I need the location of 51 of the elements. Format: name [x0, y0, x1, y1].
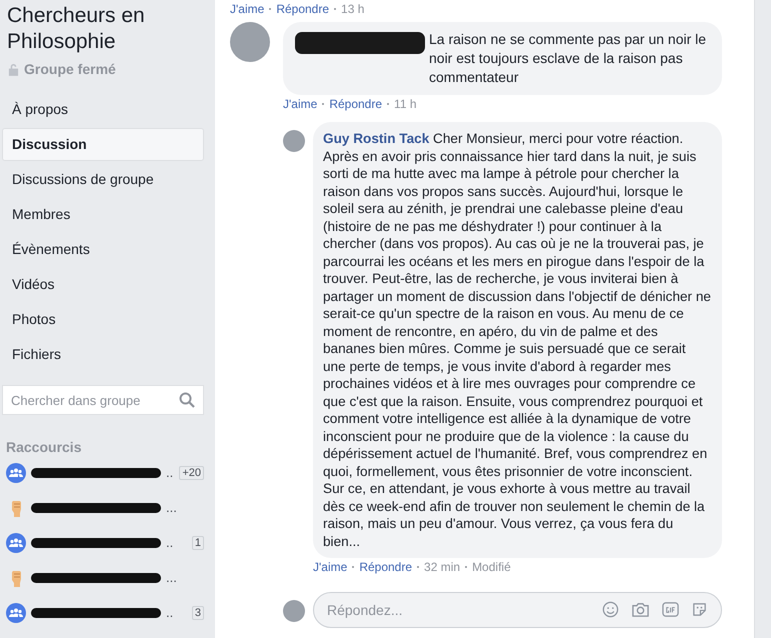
search-icon [179, 392, 195, 408]
shortcuts-heading: Raccourcis [6, 439, 82, 455]
camera-icon[interactable] [631, 601, 650, 618]
shortcut-item[interactable]: ... [2, 560, 204, 595]
count-badge: +20 [179, 466, 204, 480]
reply-link[interactable]: Répondre [359, 560, 412, 574]
nav-item[interactable]: Membres [2, 198, 204, 231]
count-badge: 1 [192, 536, 204, 550]
group-privacy: Groupe fermé [24, 61, 116, 77]
reply-input[interactable]: Répondez... [313, 592, 722, 628]
count-badge: 3 [192, 606, 204, 620]
shortcut-item[interactable]: .. 1 [2, 525, 204, 560]
timestamp: 11 h [394, 97, 416, 111]
group-title: Chercheurs en Philosophie [7, 3, 146, 55]
group-icon [6, 602, 26, 622]
avatar [283, 130, 305, 152]
comment-text: La raison ne se commente pas par un noir le noir est toujours esclave de la raison pas commentateur [429, 30, 708, 87]
shortcut-name: .. [166, 465, 174, 480]
search-field[interactable]: Chercher dans groupe [2, 385, 204, 415]
nav-item[interactable]: Vidéos [2, 268, 204, 301]
like-link[interactable]: J'aime [230, 2, 264, 16]
nav-item[interactable]: À propos [2, 93, 204, 126]
timestamp: 32 min [424, 560, 460, 574]
gif-icon[interactable] [662, 601, 679, 618]
author-link[interactable]: Guy Rostin Tack [323, 131, 430, 146]
nav-item[interactable]: Discussion [2, 128, 204, 161]
nav-item[interactable]: Discussions de groupe [2, 163, 204, 196]
sticker-icon[interactable] [691, 601, 708, 618]
edited-label: Modifié [472, 560, 511, 574]
reply-link[interactable]: Répondre [276, 2, 330, 16]
nav-item[interactable]: Évènements [2, 233, 204, 266]
group-icon [6, 532, 26, 552]
like-link[interactable]: J'aime [283, 97, 318, 111]
nav-item[interactable]: Fichiers [2, 338, 204, 371]
shortcut-name: .. [166, 535, 174, 550]
avatar [230, 22, 270, 62]
shortcut-name: .. [166, 605, 174, 620]
group-icon [6, 462, 26, 482]
reply-link[interactable]: Répondre [329, 97, 382, 111]
nav-item[interactable]: Photos [2, 303, 204, 336]
lock-icon [8, 62, 19, 76]
reply-text: Guy Rostin Tack Cher Monsieur, merci pour votre réaction. Après en avoir pris connaissance hier tard dans la nuit, je suis sorti de ma hutte avec ma lampe à pétrole pour chercher la raison dans vos propos sans succès. Aujourd'hui, lorsque le soleil sera au zénith, je prendrai une calebasse pleine d'eau (histoire de ne pas me déshydrater !) pour continuer à la chercher (dans vos propos). Au cas où je ne la trouverai pas, je parcourrai les océans et les mers en pirogue dans l'espoir de la trouver. Peut-être, las de recherche, je vous inviterai bien à partager un moment de discussion dans l'objectif de dénicher ne serait-ce qu'un spectre de la raison en vous. Au menu de ce moment de rencontre, en apéro, du vin de palme et des bananes bien mûres. Comme je suis persuadé que ce serait une perte de temps, je vous invite d'abord à regarder mes prochaines vidéos et à lire mes ouvrages pour comprendre ce que c'est que la raison. Ensuite, vous comprendrez pourquoi et comment votre intelligence est alliée à la dynamique de votre inconscient pour ne produire que de la violence : la cause du dépérissement actuel de l'humanité. Bref, vous comprendrez en quoi, formellement, vous êtes prisonnier de votre inconscient. Sur ce, en attendant, je vous exhorte à vous mettre au travail dès ce week-end afin de trouver non seulement le chemin de la raison, mais un peu d'amour. Vous verrez, ça vous fera du bien... [323, 130, 712, 550]
shortcut-name: ... [166, 570, 178, 585]
shortcut-item[interactable]: .. 3 [2, 595, 204, 630]
shortcut-item[interactable]: ... [2, 490, 204, 525]
shortcut-item[interactable]: .. +20 [2, 455, 204, 490]
smiley-icon[interactable] [602, 601, 619, 618]
like-link[interactable]: J'aime [313, 560, 348, 574]
shortcut-name: ... [166, 500, 178, 515]
avatar [283, 600, 305, 622]
timestamp: 13 h [341, 2, 364, 16]
